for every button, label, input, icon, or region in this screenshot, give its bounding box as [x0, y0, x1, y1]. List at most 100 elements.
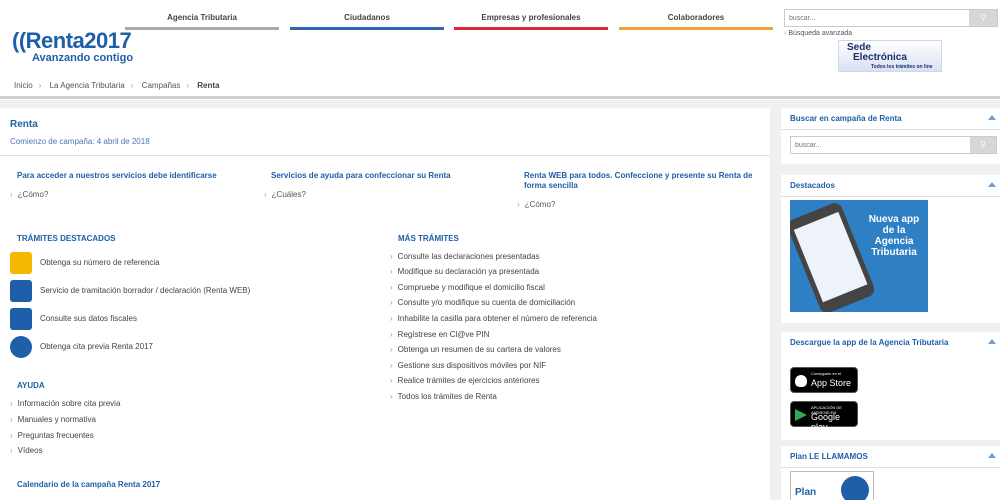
search-icon: ⚲: [980, 140, 986, 149]
more-tramite-link[interactable]: Regístrese en Cl@ve PIN: [390, 330, 490, 339]
collapse-caret-icon[interactable]: [988, 339, 996, 344]
nav-tab-ciudadanos[interactable]: Ciudadanos: [290, 10, 444, 30]
logo-tagline: Avanzando contigo: [32, 52, 134, 64]
campaign-search-button[interactable]: ⚲: [970, 137, 996, 153]
divider: [781, 196, 1000, 197]
collapse-caret-icon[interactable]: [988, 182, 996, 187]
global-search-input[interactable]: [785, 10, 969, 26]
more-tramite-link[interactable]: Consulte y/o modifique su cuenta de domi…: [390, 298, 575, 307]
divider: [0, 155, 770, 156]
collapse-caret-icon[interactable]: [988, 115, 996, 120]
nav-tab-label: Colaboradores: [667, 13, 725, 22]
chevron-right-icon: ›: [186, 81, 190, 90]
divider: [781, 467, 1000, 468]
section-title-mas-tramites: Más trámites: [398, 234, 459, 243]
breadcrumb: Inicio › La Agencia Tributaria › Campañas ›…: [0, 76, 1000, 96]
tramite-label: Servicio de tramitación borrador / decla…: [40, 286, 251, 295]
appstore-big-text: App Store: [811, 378, 852, 388]
panel-destacados: Destacados Nueva app de la Agencia Tribu…: [781, 175, 1000, 323]
search-button[interactable]: ⚲: [969, 10, 997, 26]
section-title-ayuda: Ayuda: [17, 381, 45, 390]
ayuda-link[interactable]: Manuales y normativa: [10, 415, 96, 424]
app-store-badge[interactable]: Consíguelo en el App Store: [790, 367, 858, 393]
nav-tab-underline: [290, 27, 444, 30]
promo-text: Nueva app de la Agencia Tributaria: [868, 214, 920, 258]
ayuda-link[interactable]: Información sobre cita previa: [10, 399, 121, 408]
breadcrumb-item[interactable]: Inicio: [14, 81, 33, 90]
more-tramite-link[interactable]: Inhabilite la casilla para obtener el nú…: [390, 314, 597, 323]
global-search: ⚲: [784, 9, 998, 27]
column-link-cuales[interactable]: ¿Cuáles?: [264, 190, 306, 199]
page-subtitle: Comienzo de campaña: 4 abril de 2018: [10, 137, 150, 146]
chevron-right-icon: ›: [130, 81, 134, 90]
campaign-search-input[interactable]: [791, 137, 971, 153]
more-tramite-link[interactable]: Obtenga un resumen de su cartera de valo…: [390, 345, 561, 354]
nav-tab-colaboradores[interactable]: Colaboradores: [619, 10, 773, 30]
nav-tab-underline: [454, 27, 608, 30]
page-title: Renta: [10, 119, 38, 130]
collapse-caret-icon[interactable]: [988, 453, 996, 458]
appointment-clock-icon: [10, 336, 32, 358]
ayuda-link[interactable]: Preguntas frecuentes: [10, 431, 94, 440]
campaign-search: ⚲: [790, 136, 997, 154]
main-content: Renta Comienzo de campaña: 4 abril de 20…: [0, 108, 770, 500]
advanced-search-link[interactable]: Búsqueda avanzada: [784, 30, 852, 37]
column-link-como-renta-web[interactable]: ¿Cómo?: [517, 200, 556, 209]
calendario-link[interactable]: Calendario de la campaña Renta 2017: [17, 480, 160, 490]
panel-plan-le-llamamos: Plan LE LLAMAMOS Plan: [781, 446, 1000, 500]
renta-web-icon: [10, 280, 32, 302]
sede-electronica-banner[interactable]: Sede Electrónica Todos los trámites on l…: [838, 40, 942, 72]
panel-buscar-campana: Buscar en campaña de Renta ⚲: [781, 108, 1000, 164]
nav-tab-label: Ciudadanos: [344, 13, 390, 22]
more-tramite-link[interactable]: Consulte las declaraciones presentadas: [390, 252, 540, 261]
divider: [0, 96, 1000, 99]
apple-icon: [795, 375, 807, 387]
phone-icon: [841, 476, 869, 500]
search-icon: ⚲: [980, 13, 986, 22]
chevron-right-icon: ›: [38, 81, 42, 90]
nav-tab-agencia-tributaria[interactable]: Agencia Tributaria: [125, 10, 279, 30]
more-tramite-link[interactable]: Realice trámites de ejercicios anteriore…: [390, 376, 540, 385]
tramite-label: Obtenga su número de referencia: [40, 258, 160, 267]
section-title-tramites-destacados: Trámites destacados: [17, 234, 116, 243]
tramite-label: Consulte sus datos fiscales: [40, 314, 137, 323]
plan-le-llamamos-banner[interactable]: Plan: [790, 471, 874, 500]
sede-line3: Todos los trámites on line: [871, 64, 933, 70]
fiscal-data-icon: [10, 308, 32, 330]
more-tramite-link[interactable]: Todos los trámites de Renta: [390, 392, 497, 401]
nav-tab-underline: [125, 27, 279, 30]
google-play-badge[interactable]: APLICACIÓN DE ANDROID EN Google play: [790, 401, 858, 432]
column-link-como[interactable]: ¿Cómo?: [10, 190, 49, 199]
renta-2017-logo[interactable]: ((Renta2017 Avanzando contigo: [8, 28, 148, 68]
panel-title: Buscar en campaña de Renta: [790, 114, 902, 123]
breadcrumb-current: Renta: [197, 81, 220, 90]
column-title-renta-web[interactable]: Renta WEB para todos. Confeccione y pres…: [524, 171, 754, 191]
appstore-small-text: Consíguelo en el: [811, 371, 842, 376]
nueva-app-promo[interactable]: Nueva app de la Agencia Tributaria: [790, 200, 928, 312]
google-play-icon: [795, 409, 807, 421]
tramite-label: Obtenga cita previa Renta 2017: [40, 342, 153, 351]
phone-screen: [793, 211, 868, 303]
panel-title: Destacados: [790, 181, 835, 190]
ayuda-link[interactable]: Vídeos: [10, 446, 43, 455]
column-title-identificarse[interactable]: Para acceder a nuestros servicios debe i…: [17, 171, 247, 181]
plan-text: Plan: [795, 487, 817, 498]
breadcrumb-item[interactable]: La Agencia Tributaria: [50, 81, 125, 90]
panel-title: Descargue la app de la Agencia Tributari…: [790, 338, 949, 347]
nav-tab-underline: [619, 27, 773, 30]
more-tramite-link[interactable]: Gestione sus dispositivos móviles por NI…: [390, 361, 547, 370]
reference-number-icon: [10, 252, 32, 274]
panel-title: Plan LE LLAMAMOS: [790, 452, 868, 461]
nav-tab-label: Agencia Tributaria: [167, 13, 237, 22]
column-title-servicios-ayuda[interactable]: Servicios de ayuda para confeccionar su …: [271, 171, 501, 181]
nav-tab-empresas[interactable]: Empresas y profesionales: [454, 10, 608, 30]
nav-tab-label: Empresas y profesionales: [481, 13, 581, 22]
more-tramite-link[interactable]: Modifique su declaración ya presentada: [390, 267, 539, 276]
breadcrumb-item[interactable]: Campañas: [142, 81, 181, 90]
logo-brand: ((Renta2017: [12, 28, 132, 53]
gplay-big-text: Google play: [811, 412, 841, 432]
panel-descargue-app: Descargue la app de la Agencia Tributari…: [781, 332, 1000, 440]
more-tramite-link[interactable]: Compruebe y modifique el domicilio fisca…: [390, 283, 545, 292]
divider: [781, 129, 1000, 130]
sede-line2: Electrónica: [853, 52, 907, 63]
